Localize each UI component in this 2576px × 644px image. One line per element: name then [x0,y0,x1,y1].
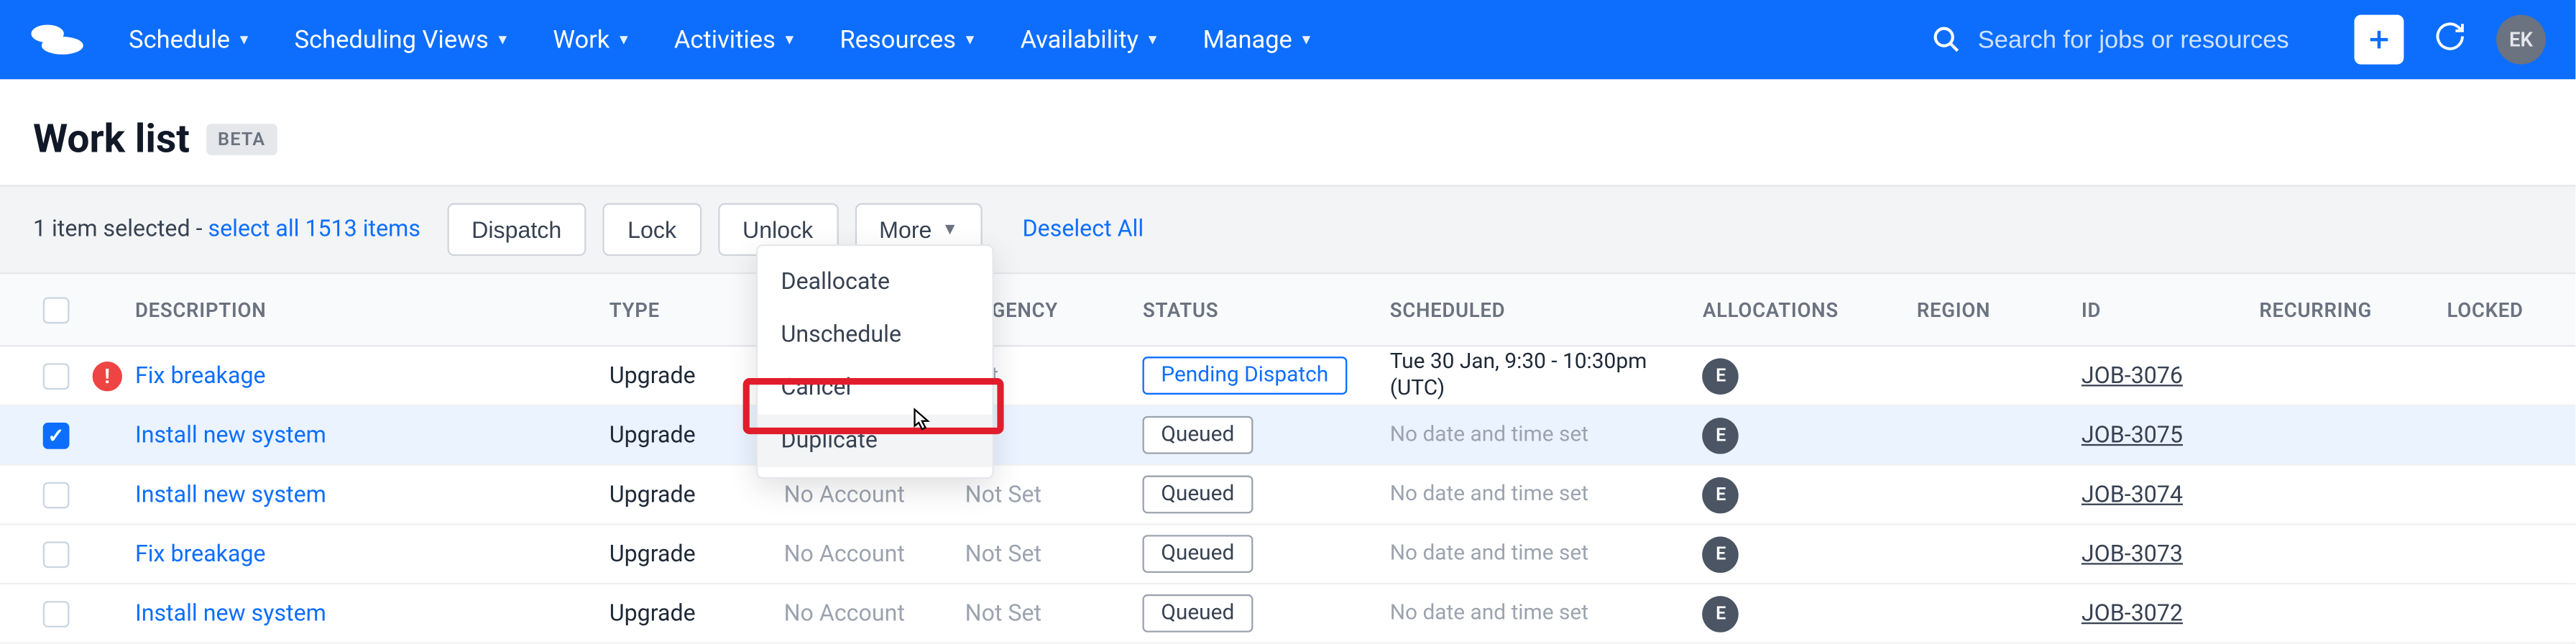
nav-item-scheduling-views[interactable]: Scheduling Views▾ [295,24,507,54]
more-item-duplicate[interactable]: Duplicate [758,415,992,468]
sync-button[interactable] [2434,20,2467,60]
cell-type: Upgrade [610,482,784,508]
row-checkbox[interactable] [43,362,70,389]
nav-item-availability[interactable]: Availability▾ [1021,24,1157,54]
allocation-avatar[interactable]: E [1703,535,1739,572]
allocation-avatar[interactable]: E [1703,595,1739,632]
top-nav: Schedule▾ Scheduling Views▾ Work▾ Activitie… [0,0,2575,79]
job-id-link[interactable]: JOB-3074 [2082,482,2183,508]
cell-scheduled: No date and time set [1390,422,1703,448]
add-button[interactable] [2355,15,2404,65]
app-root: Schedule▾ Scheduling Views▾ Work▾ Activitie… [0,0,2575,644]
col-description[interactable]: DESCRIPTION [135,298,610,321]
plus-icon [2366,27,2393,53]
cell-scheduled: No date and time set [1390,482,1703,507]
cell-scheduled: No date and time set [1390,600,1703,626]
page-title: Work list [33,116,190,162]
row-checkbox[interactable] [43,540,70,567]
chevron-down-icon: ▾ [966,30,975,48]
table-row[interactable]: !Fix breakageUpgradeSetPending DispatchT… [0,346,2575,406]
table-row[interactable]: Install new system UpgradeNo AccountNot S… [0,466,2575,525]
dispatch-button[interactable]: Dispatch [447,203,586,257]
search-icon [1931,24,1961,54]
deselect-all-link[interactable]: Deselect All [1023,216,1144,243]
search-box[interactable] [1931,24,2324,54]
col-region[interactable]: REGION [1917,298,2082,321]
user-avatar[interactable]: EK [2496,15,2546,65]
job-id-link[interactable]: JOB-3072 [2082,600,2183,627]
nav-item-resources[interactable]: Resources▾ [840,24,975,54]
allocation-avatar[interactable]: E [1703,417,1739,454]
col-recurring[interactable]: RECURRING [2259,298,2447,321]
row-checkbox[interactable] [43,600,70,627]
more-item-cancel[interactable]: Cancel [758,362,992,415]
col-scheduled[interactable]: SCHEDULED [1390,298,1703,321]
cell-account: No Account [784,600,965,627]
nav-item-schedule[interactable]: Schedule▾ [129,24,248,54]
job-description-link[interactable]: Install new system [135,482,326,508]
selection-count: 1 item selected - select all 1513 items [33,216,420,243]
more-item-unschedule[interactable]: Unschedule [758,309,992,362]
app-logo[interactable] [29,22,89,58]
chevron-down-icon: ▾ [1302,30,1311,48]
nav-item-work[interactable]: Work▾ [553,24,627,54]
warning-icon: ! [92,361,121,390]
beta-badge: BETA [206,123,277,155]
cell-account: No Account [784,482,965,508]
job-description-link[interactable]: Fix breakage [135,540,266,567]
job-description-link[interactable]: Install new system [135,422,326,448]
search-input[interactable] [1978,26,2324,54]
status-badge: Pending Dispatch [1143,356,1346,395]
cell-type: Upgrade [610,540,784,567]
cell-scheduled: No date and time set [1390,541,1703,567]
chevron-down-icon: ▾ [1149,30,1157,48]
chevron-down-icon: ▾ [240,30,249,48]
status-badge: Queued [1143,594,1253,632]
cell-scheduled: Tue 30 Jan, 9:30 - 10:30pm (UTC) [1390,350,1703,402]
selection-toolbar: 1 item selected - select all 1513 items … [0,185,2575,274]
allocation-avatar[interactable]: E [1703,477,1739,513]
logo-icon [29,22,89,58]
table-row[interactable]: Install new system UpgradeNo AccountNot S… [0,584,2575,644]
job-description-link[interactable]: Fix breakage [135,362,266,389]
chevron-down-icon: ▼ [942,221,958,239]
table-header: DESCRIPTION TYPE URGENCY STATUS SCHEDULE… [0,274,2575,346]
status-badge: Queued [1143,416,1253,454]
job-id-link[interactable]: JOB-3073 [2082,540,2183,567]
page-header: Work list BETA [0,79,2575,185]
chevron-down-icon: ▾ [620,30,628,48]
col-id[interactable]: ID [2082,298,2259,321]
chevron-down-icon: ▾ [786,30,794,48]
lock-button[interactable]: Lock [603,203,702,257]
col-status[interactable]: STATUS [1143,298,1390,321]
job-id-link[interactable]: JOB-3075 [2082,422,2183,448]
sync-icon [2434,20,2467,53]
status-badge: Queued [1143,476,1253,514]
more-item-deallocate[interactable]: Deallocate [758,256,992,309]
col-allocations[interactable]: ALLOCATIONS [1703,298,1917,321]
select-all-link[interactable]: select all 1513 items [208,216,420,243]
more-dropdown: DeallocateUnscheduleCancelDuplicate [756,244,994,479]
cell-urgency: Not Set [965,600,1143,627]
table-body: !Fix breakageUpgradeSetPending DispatchT… [0,346,2575,643]
nav-item-manage[interactable]: Manage▾ [1203,24,1311,54]
cell-urgency: Not Set [965,482,1143,508]
chevron-down-icon: ▾ [499,30,507,48]
select-all-checkbox[interactable] [43,296,70,323]
row-checkbox[interactable] [43,482,70,508]
job-id-link[interactable]: JOB-3076 [2082,362,2183,389]
col-locked[interactable]: LOCKED [2447,298,2556,321]
nav-item-activities[interactable]: Activities▾ [674,24,794,54]
cell-type: Upgrade [610,600,784,627]
table-row[interactable]: Install new systemUpgradetQueuedNo date … [0,406,2575,466]
row-checkbox[interactable] [43,422,70,448]
allocation-avatar[interactable]: E [1703,357,1739,394]
cell-account: No Account [784,540,965,567]
cell-urgency: Not Set [965,540,1143,567]
table-row[interactable]: Fix breakage UpgradeNo AccountNot SetQueu… [0,525,2575,584]
job-description-link[interactable]: Install new system [135,600,326,627]
status-badge: Queued [1143,535,1253,573]
